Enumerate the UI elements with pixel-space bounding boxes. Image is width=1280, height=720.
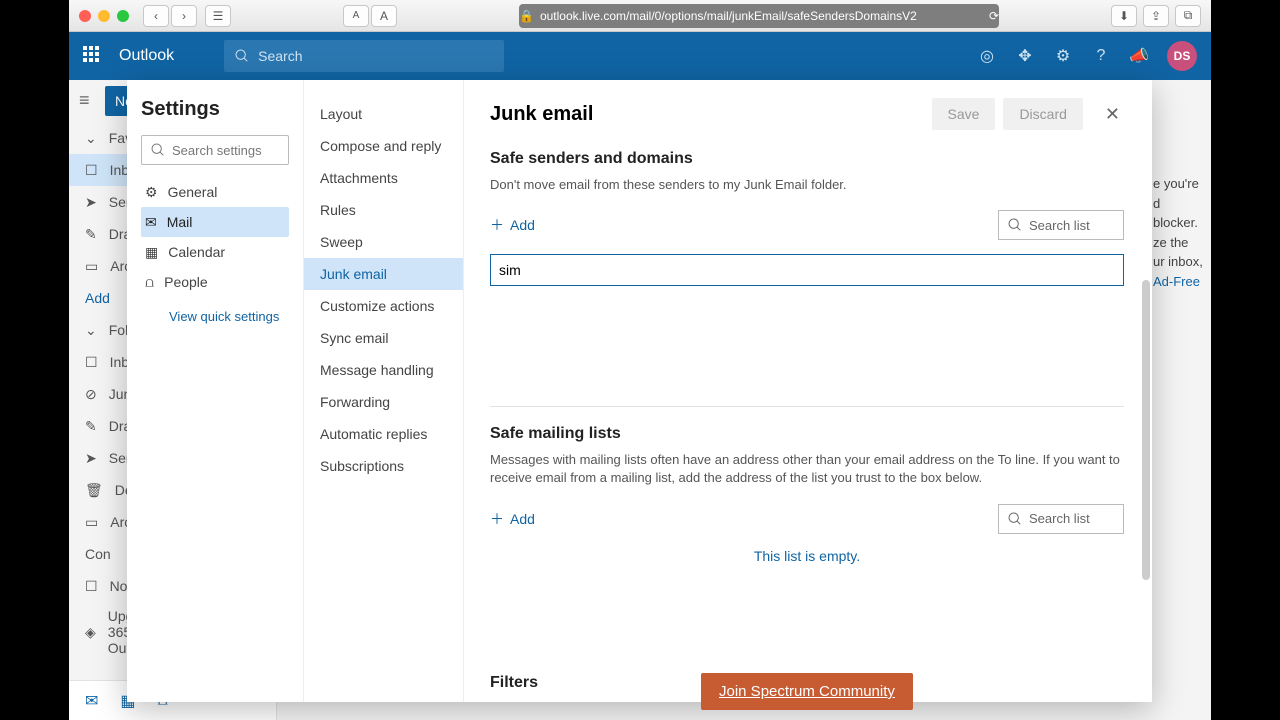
url-bar[interactable]: 🔒 outlook.live.com/mail/0/options/mail/j… [519, 4, 999, 28]
close-window-icon[interactable] [79, 10, 91, 22]
gear-icon[interactable]: ⚙ [1053, 46, 1073, 66]
safe-senders-desc: Don't move email from these senders to m… [490, 176, 1124, 194]
tabs-icon[interactable]: ⧉ [1175, 5, 1201, 27]
search-icon [1007, 217, 1023, 233]
settings-title: Settings [141, 98, 289, 121]
app-launcher-icon[interactable] [83, 46, 103, 66]
discard-button[interactable]: Discard [1003, 98, 1082, 130]
save-button[interactable]: Save [932, 98, 996, 130]
settings-categories-pane: Settings Search settings ⚙General ✉Mail … [127, 80, 304, 702]
mail-setting-customize-actions[interactable]: Customize actions [304, 290, 463, 322]
window-controls[interactable] [79, 10, 129, 22]
search-placeholder: Search [258, 48, 302, 64]
add-mailing-list-button[interactable]: ＋Add [490, 509, 535, 529]
back-button[interactable]: ‹ [143, 5, 169, 27]
minimize-window-icon[interactable] [98, 10, 110, 22]
people-icon: ⩍ [145, 274, 154, 291]
search-icon [1007, 511, 1023, 527]
mail-setting-sweep[interactable]: Sweep [304, 226, 463, 258]
divider [490, 406, 1124, 407]
view-quick-settings-link[interactable]: View quick settings [141, 309, 289, 324]
safe-senders-search-input[interactable]: Search list [998, 210, 1124, 240]
mail-setting-rules[interactable]: Rules [304, 194, 463, 226]
mail-setting-compose-and-reply[interactable]: Compose and reply [304, 130, 463, 162]
close-icon[interactable]: ✕ [1101, 100, 1124, 129]
lock-icon: 🔒 [519, 9, 534, 23]
mail-settings-list: LayoutCompose and replyAttachmentsRulesS… [304, 80, 464, 702]
font-size-large[interactable]: A [371, 5, 397, 27]
mail-setting-layout[interactable]: Layout [304, 98, 463, 130]
outlook-header: Outlook Search ◎ ✥ ⚙ ? 📣 DS [69, 32, 1211, 80]
panel-title: Junk email [490, 103, 924, 126]
mail-setting-automatic-replies[interactable]: Automatic replies [304, 418, 463, 450]
mail-setting-attachments[interactable]: Attachments [304, 162, 463, 194]
brand-label: Outlook [119, 47, 174, 65]
mail-module-icon[interactable]: ✉ [85, 691, 98, 711]
mail-setting-sync-email[interactable]: Sync email [304, 322, 463, 354]
mail-setting-junk-email[interactable]: Junk email [304, 258, 463, 290]
url-text: outlook.live.com/mail/0/options/mail/jun… [540, 9, 917, 23]
category-people[interactable]: ⩍People [141, 267, 289, 297]
megaphone-icon[interactable]: 📣 [1129, 46, 1149, 66]
category-general[interactable]: ⚙General [141, 177, 289, 207]
help-icon[interactable]: ? [1091, 46, 1111, 66]
hamburger-icon[interactable]: ≡ [79, 90, 90, 111]
forward-button[interactable]: › [171, 5, 197, 27]
safe-lists-desc: Messages with mailing lists often have a… [490, 451, 1124, 487]
avatar[interactable]: DS [1167, 41, 1197, 71]
share-icon[interactable]: ⇪ [1143, 5, 1169, 27]
gear-icon: ⚙ [145, 184, 158, 201]
maximize-window-icon[interactable] [117, 10, 129, 22]
mail-setting-subscriptions[interactable]: Subscriptions [304, 450, 463, 482]
skype-icon[interactable]: ◎ [977, 46, 997, 66]
download-icon[interactable]: ⬇ [1111, 5, 1137, 27]
calendar-icon: ▦ [145, 244, 158, 261]
category-mail[interactable]: ✉Mail [141, 207, 289, 237]
search-icon [234, 48, 250, 64]
safe-lists-heading: Safe mailing lists [490, 425, 1124, 443]
settings-modal: Settings Search settings ⚙General ✉Mail … [127, 80, 1152, 702]
mail-setting-message-handling[interactable]: Message handling [304, 354, 463, 386]
browser-toolbar: ‹ › ☰ A A 🔒 outlook.live.com/mail/0/opti… [69, 0, 1211, 32]
junk-email-panel: Junk email Save Discard ✕ Safe senders a… [464, 80, 1152, 702]
search-icon [150, 142, 166, 158]
outbox-icon[interactable]: ✥ [1015, 46, 1035, 66]
add-safe-sender-button[interactable]: ＋Add [490, 215, 535, 235]
mailing-list-search-input[interactable]: Search list [998, 504, 1124, 534]
ad-free-link[interactable]: Ad-Free [1153, 274, 1200, 289]
global-search-input[interactable]: Search [224, 40, 504, 72]
settings-search-input[interactable]: Search settings [141, 135, 289, 165]
mail-icon: ✉ [145, 214, 157, 231]
plus-icon: ＋ [490, 215, 504, 235]
safe-sender-entry-input[interactable] [490, 254, 1124, 286]
ad-fragment: e you'red blocker.ze theur inbox, Ad-Fre… [1153, 160, 1211, 291]
scrollbar[interactable] [1142, 280, 1150, 620]
font-size-small[interactable]: A [343, 5, 369, 27]
safe-senders-heading: Safe senders and domains [490, 150, 1124, 168]
plus-icon: ＋ [490, 509, 504, 529]
spectrum-ad-button[interactable]: Join Spectrum Community [701, 673, 913, 710]
sidebar-toggle-icon[interactable]: ☰ [205, 5, 231, 27]
category-calendar[interactable]: ▦Calendar [141, 237, 289, 267]
mail-setting-forwarding[interactable]: Forwarding [304, 386, 463, 418]
reload-icon[interactable]: ⟳ [989, 9, 999, 23]
empty-list-label: This list is empty. [490, 548, 1124, 564]
